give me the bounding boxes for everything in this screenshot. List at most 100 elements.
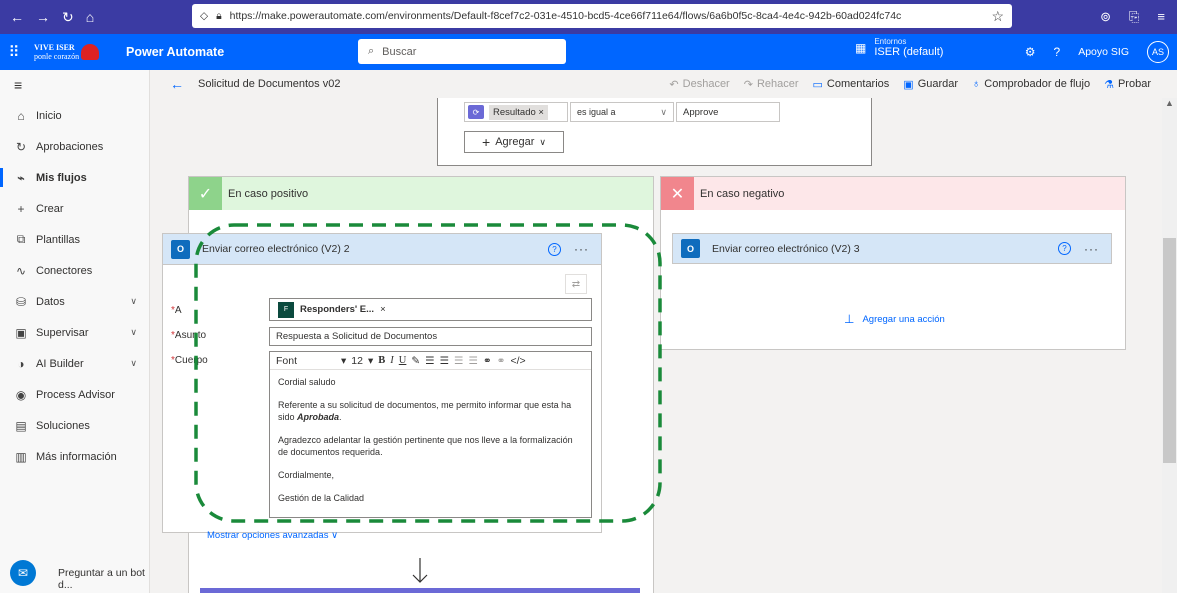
environment-picker[interactable]: ▦ Entornos ISER (default) xyxy=(855,37,943,58)
chevron-down-icon[interactable]: ∨ xyxy=(130,358,137,369)
address-bar[interactable]: ◇ 🔒︎ https://make.powerautomate.com/envi… xyxy=(192,4,1012,28)
to-label-text: A xyxy=(174,305,182,316)
dynamic-token[interactable]: Resultado × xyxy=(489,104,548,120)
user-name[interactable]: Apoyo SIG xyxy=(1078,46,1129,58)
sidebar-item-label: Crear xyxy=(36,202,64,215)
sidebar-item-inicio[interactable]: ⌂ Inicio xyxy=(0,100,149,131)
add-action-button[interactable]: ⊥ Agregar una acción xyxy=(844,312,945,326)
pocket-icon[interactable]: ⊚ xyxy=(1100,9,1111,25)
data-icon: ⛁ xyxy=(15,294,27,309)
sidebar-item-plantillas[interactable]: ⧉ Plantillas xyxy=(0,224,149,255)
scroll-up-icon[interactable]: ▲ xyxy=(1165,98,1174,108)
redo-button[interactable]: ↷ Rehacer xyxy=(744,78,799,91)
sidebar-item-aprobaciones[interactable]: ↻ Aprobaciones xyxy=(0,131,149,162)
sidebar-item-conectores[interactable]: ∿ Conectores xyxy=(0,255,149,286)
reload-icon[interactable]: ↻ xyxy=(62,9,74,26)
save-button[interactable]: ▣ Guardar xyxy=(903,78,958,91)
chevron-down-icon: ∨ xyxy=(539,136,546,147)
token-close-icon[interactable]: × xyxy=(538,107,544,118)
advanced-label: Mostrar opciones avanzadas xyxy=(207,530,329,541)
test-button[interactable]: ⚗ Probar xyxy=(1104,78,1151,91)
flow-checker-button[interactable]: ♁ Comprobador de flujo xyxy=(972,78,1090,91)
sidebar-item-process-advisor[interactable]: ◉ Process Advisor xyxy=(0,379,149,410)
redo-label: Rehacer xyxy=(756,78,799,90)
help-icon[interactable]: ? xyxy=(1054,45,1061,59)
flows-icon: ⌁ xyxy=(17,170,25,185)
sidebar-item-ai-builder[interactable]: ◑ AI Builder ∨ xyxy=(0,348,149,379)
gear-icon[interactable]: ⚙ xyxy=(1025,45,1036,59)
next-action-card[interactable] xyxy=(200,588,640,593)
chatbot-label[interactable]: Preguntar a un bot d... xyxy=(58,567,149,591)
send-email-action-no: O Enviar correo electrónico (V2) 3 ? ··· xyxy=(672,233,1112,266)
vertical-scrollbar[interactable]: ▲ xyxy=(1162,98,1177,593)
token-label: Resultado xyxy=(493,106,536,118)
yes-branch-title: En caso positivo xyxy=(228,187,309,200)
sidebar-item-label: Mis flujos xyxy=(36,171,87,184)
connectors-icon: ∿ xyxy=(15,263,27,278)
plus-icon: + xyxy=(482,134,491,150)
no-branch-header[interactable]: ✕ En caso negativo xyxy=(661,177,1125,210)
sidebar-item-label: AI Builder xyxy=(36,357,84,370)
learn-icon: ▥ xyxy=(15,449,27,464)
environment-label: Entornos xyxy=(874,37,907,46)
add-action-label: Agregar una acción xyxy=(862,313,945,325)
add-condition-button[interactable]: + Agregar ∨ xyxy=(464,131,564,153)
sidebar-item-crear[interactable]: + Crear xyxy=(0,193,149,224)
condition-value-field[interactable]: Approve xyxy=(676,102,780,122)
close-icon: ✕ xyxy=(661,177,694,210)
sidebar-item-mis-flujos[interactable]: ⌁ Mis flujos xyxy=(0,162,149,193)
back-arrow-icon[interactable]: ← xyxy=(170,76,184,92)
star-icon[interactable]: ☆ xyxy=(991,8,1004,25)
forward-arrow-icon[interactable]: → xyxy=(36,9,50,26)
condition-value: Approve xyxy=(683,106,719,118)
plus-icon: + xyxy=(17,201,25,216)
comments-button[interactable]: ▭ Comentarios xyxy=(813,78,890,91)
add-label: Agregar xyxy=(495,136,535,148)
approvals-icon: ↻ xyxy=(15,139,27,154)
help-icon[interactable]: ? xyxy=(1058,242,1071,255)
operator-dropdown[interactable]: es igual a ∨ xyxy=(570,102,674,122)
hamburger-icon[interactable]: ≡ xyxy=(0,70,149,100)
browser-right-icons: ⊚ ⎘ ≡ xyxy=(1100,9,1165,25)
command-actions: ↶ Deshacer ↷ Rehacer ▭ Comentarios ▣ Guardar… xyxy=(669,78,1151,91)
more-options-icon[interactable]: ··· xyxy=(1084,242,1099,256)
show-advanced-options-link[interactable]: Mostrar opciones avanzadas ∨ xyxy=(207,530,338,541)
action-header[interactable]: O Enviar correo electrónico (V2) 3 ? ··· xyxy=(672,233,1112,264)
yes-branch-header[interactable]: ✓ En caso positivo xyxy=(189,177,653,210)
home-icon[interactable]: ⌂ xyxy=(86,9,94,26)
solutions-icon: ▤ xyxy=(15,418,27,433)
menu-icon[interactable]: ≡ xyxy=(1157,9,1165,25)
chatbot-icon[interactable]: ✉ xyxy=(10,560,36,586)
condition-token-field[interactable]: ⟳ Resultado × xyxy=(464,102,568,122)
logo-line-2: ponle corazón xyxy=(34,52,80,61)
browser-bar: ← → ↻ ⌂ ◇ 🔒︎ https://make.powerautomate.… xyxy=(0,0,1177,34)
undo-icon: ↶ xyxy=(669,78,679,91)
back-arrow-icon[interactable]: ← xyxy=(10,9,24,26)
undo-button[interactable]: ↶ Deshacer xyxy=(669,78,729,91)
sidebar-item-supervisar[interactable]: ▣ Supervisar ∨ xyxy=(0,317,149,348)
app-title[interactable]: Power Automate xyxy=(126,45,224,59)
chevron-down-icon[interactable]: ∨ xyxy=(130,296,137,307)
chevron-down-icon[interactable]: ∨ xyxy=(130,327,137,338)
comment-icon: ▭ xyxy=(812,78,823,91)
waffle-icon[interactable]: ⠿ xyxy=(0,43,28,61)
scrollbar-thumb[interactable] xyxy=(1163,238,1176,463)
add-action-icon: ⊥ xyxy=(844,312,855,326)
templates-icon: ⧉ xyxy=(16,232,26,246)
search-box[interactable]: ⌕ Buscar xyxy=(358,39,566,64)
sidebar-item-label: Supervisar xyxy=(36,326,89,339)
avatar[interactable]: AS xyxy=(1147,41,1169,63)
sidebar-item-datos[interactable]: ⛁ Datos ∨ xyxy=(0,286,149,317)
search-icon: ⌕ xyxy=(368,45,375,57)
sidebar-item-mas-informacion[interactable]: ▥ Más información xyxy=(0,441,149,472)
chevron-down-icon: ∨ xyxy=(331,530,339,541)
sidebar-item-soluciones[interactable]: ▤ Soluciones xyxy=(0,410,149,441)
heart-icon xyxy=(81,44,100,60)
outlook-icon: O xyxy=(681,239,700,258)
extensions-icon[interactable]: ⎘ xyxy=(1129,9,1139,25)
sidebar-item-label: Inicio xyxy=(36,109,62,122)
no-branch-title: En caso negativo xyxy=(700,187,785,200)
flask-icon: ⚗ xyxy=(1104,78,1114,91)
designer-canvas: ⟳ Resultado × es igual a ∨ Approve + Agreg… xyxy=(150,98,1162,593)
org-logo: VIVE ISER ponle corazón xyxy=(34,39,118,65)
